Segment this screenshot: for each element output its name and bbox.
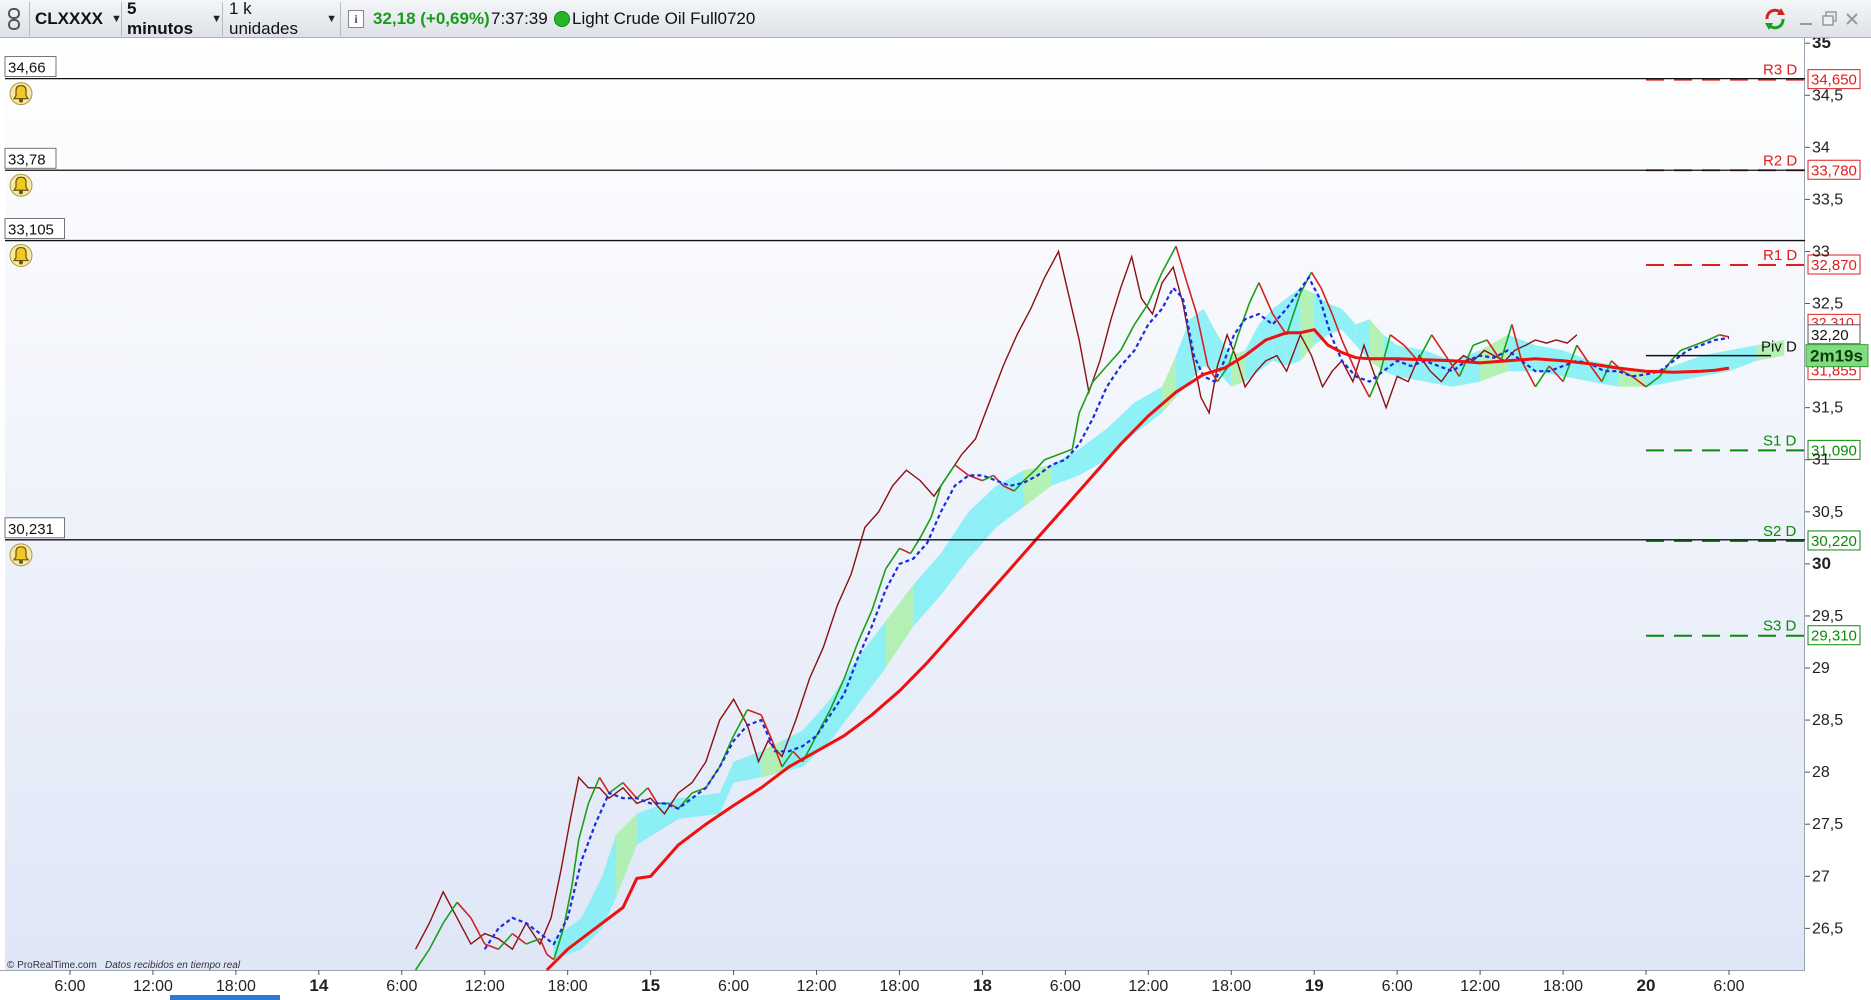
units-selector[interactable]: 1 k unidades ▼ — [229, 0, 337, 38]
time-scroll-indicator[interactable] — [170, 995, 280, 1000]
y-tick-label: 29,5 — [1812, 608, 1843, 625]
pivot-price-label: 29,310 — [1811, 628, 1857, 645]
pivot-level-label: R3 D — [1763, 62, 1797, 79]
x-tick-label: 6:00 — [1382, 978, 1413, 995]
y-tick-label: 31,5 — [1812, 400, 1843, 417]
x-tick-label: 19 — [1305, 976, 1324, 995]
y-tick-label: 30,5 — [1812, 504, 1843, 521]
alert-price-label: 33,105 — [8, 222, 54, 239]
pivot-level-label: R1 D — [1763, 247, 1797, 264]
bell-icon[interactable] — [9, 244, 33, 268]
chart-toolbar: CLXXXX ▼ 5 minutos ▼ 1 k unidades ▼ i 32… — [0, 0, 1871, 38]
symbol-label: CLXXXX — [35, 9, 104, 28]
x-tick-label: 18:00 — [1211, 978, 1251, 995]
x-tick-label: 12:00 — [1460, 978, 1500, 995]
bell-icon-clapper — [19, 190, 23, 195]
copyright-text: © ProRealTime.com — [7, 960, 97, 971]
timeframe-label: 5 minutos — [127, 0, 194, 38]
pivot-level-label: S2 D — [1763, 523, 1797, 540]
bell-icon-clapper — [19, 98, 23, 103]
restore-icon[interactable] — [1822, 3, 1840, 35]
bell-icon[interactable] — [9, 82, 33, 106]
y-tick-label: 34,5 — [1812, 87, 1843, 104]
x-tick-label: 14 — [309, 976, 328, 995]
x-tick-label: 6:00 — [54, 978, 85, 995]
pivot-level-label: Piv D — [1761, 339, 1797, 356]
y-tick-label: 27,5 — [1812, 816, 1843, 833]
market-status-icon — [554, 3, 570, 35]
toolbar-separator — [29, 2, 30, 36]
x-tick-label: 12:00 — [796, 978, 836, 995]
realtime-text: Datos recibidos en tiempo real — [105, 960, 241, 971]
alert-price-label: 30,231 — [8, 521, 54, 538]
x-tick-label: 18:00 — [879, 978, 919, 995]
y-tick-label: 26,5 — [1812, 920, 1843, 937]
x-tick-label: 6:00 — [1050, 978, 1081, 995]
bell-icon-clapper — [19, 260, 23, 265]
price-chart[interactable]: R3 D34,650R2 D33,780R1 D32,870Piv DS1 D3… — [0, 38, 1871, 1000]
toolbar-separator — [222, 2, 223, 36]
pivot-price-label: 30,220 — [1811, 533, 1857, 550]
x-tick-label: 18 — [973, 976, 992, 995]
y-tick-label: 30 — [1812, 554, 1831, 573]
alert-price-label: 33,78 — [8, 151, 46, 168]
info-icon[interactable]: i — [348, 3, 368, 35]
refresh-icon[interactable] — [1762, 3, 1790, 35]
time-axis-panel — [0, 970, 1871, 1000]
minimize-icon[interactable] — [1800, 3, 1818, 35]
units-label: 1 k unidades — [229, 0, 299, 38]
y-tick-label: 35 — [1812, 38, 1831, 52]
last-price-label: 32,20 — [1811, 327, 1849, 344]
pivot-price-label: 34,650 — [1811, 72, 1857, 89]
close-icon[interactable] — [1845, 3, 1863, 35]
timeframe-selector[interactable]: 5 minutos ▼ — [127, 0, 222, 38]
pivot-level-label: R2 D — [1763, 152, 1797, 169]
plot-area — [5, 38, 1805, 970]
y-tick-label: 27 — [1812, 868, 1830, 885]
pivot-level-label: S1 D — [1763, 432, 1797, 449]
x-tick-label: 6:00 — [386, 978, 417, 995]
pivot-level-label: S3 D — [1763, 618, 1797, 635]
x-tick-label: 18:00 — [548, 978, 588, 995]
x-tick-label: 15 — [641, 976, 660, 995]
pivot-price-label: 33,780 — [1811, 162, 1857, 179]
price-change: 32,18 (+0,69%) — [373, 9, 490, 28]
instrument-name: Light Crude Oil Full0720 — [572, 9, 756, 28]
toolbar-separator — [340, 2, 341, 36]
symbol-selector[interactable]: CLXXXX ▼ — [35, 3, 122, 35]
bell-icon-clapper — [19, 559, 23, 564]
chart-link-icon[interactable] — [6, 3, 28, 35]
alert-price-label: 34,66 — [8, 60, 46, 77]
x-tick-label: 18:00 — [216, 978, 256, 995]
x-tick-label: 12:00 — [1128, 978, 1168, 995]
bell-icon[interactable] — [9, 173, 33, 197]
toolbar-separator — [121, 2, 122, 36]
x-tick-label: 6:00 — [1713, 978, 1744, 995]
x-tick-label: 12:00 — [465, 978, 505, 995]
y-tick-label: 34 — [1812, 139, 1830, 156]
x-tick-label: 20 — [1637, 976, 1656, 995]
x-tick-label: 6:00 — [718, 978, 749, 995]
countdown-label: 2m19s — [1810, 347, 1863, 366]
chevron-down-icon: ▼ — [211, 13, 222, 25]
y-tick-label: 33,5 — [1812, 191, 1843, 208]
y-tick-label: 32,5 — [1812, 296, 1843, 313]
y-tick-label: 31 — [1812, 452, 1830, 469]
bell-icon-body — [12, 246, 30, 262]
y-tick-label: 28 — [1812, 764, 1830, 781]
bell-icon-body — [12, 176, 30, 191]
x-tick-label: 18:00 — [1543, 978, 1583, 995]
bell-icon-body — [12, 546, 30, 561]
clock-time: 7:37:39 — [491, 9, 548, 28]
y-tick-label: 28,5 — [1812, 712, 1843, 729]
bell-icon-body — [12, 85, 30, 100]
y-tick-label: 33 — [1812, 243, 1830, 260]
y-tick-label: 29 — [1812, 660, 1830, 677]
chevron-down-icon: ▼ — [326, 13, 337, 25]
x-tick-label: 12:00 — [133, 978, 173, 995]
bell-icon[interactable] — [9, 543, 33, 567]
